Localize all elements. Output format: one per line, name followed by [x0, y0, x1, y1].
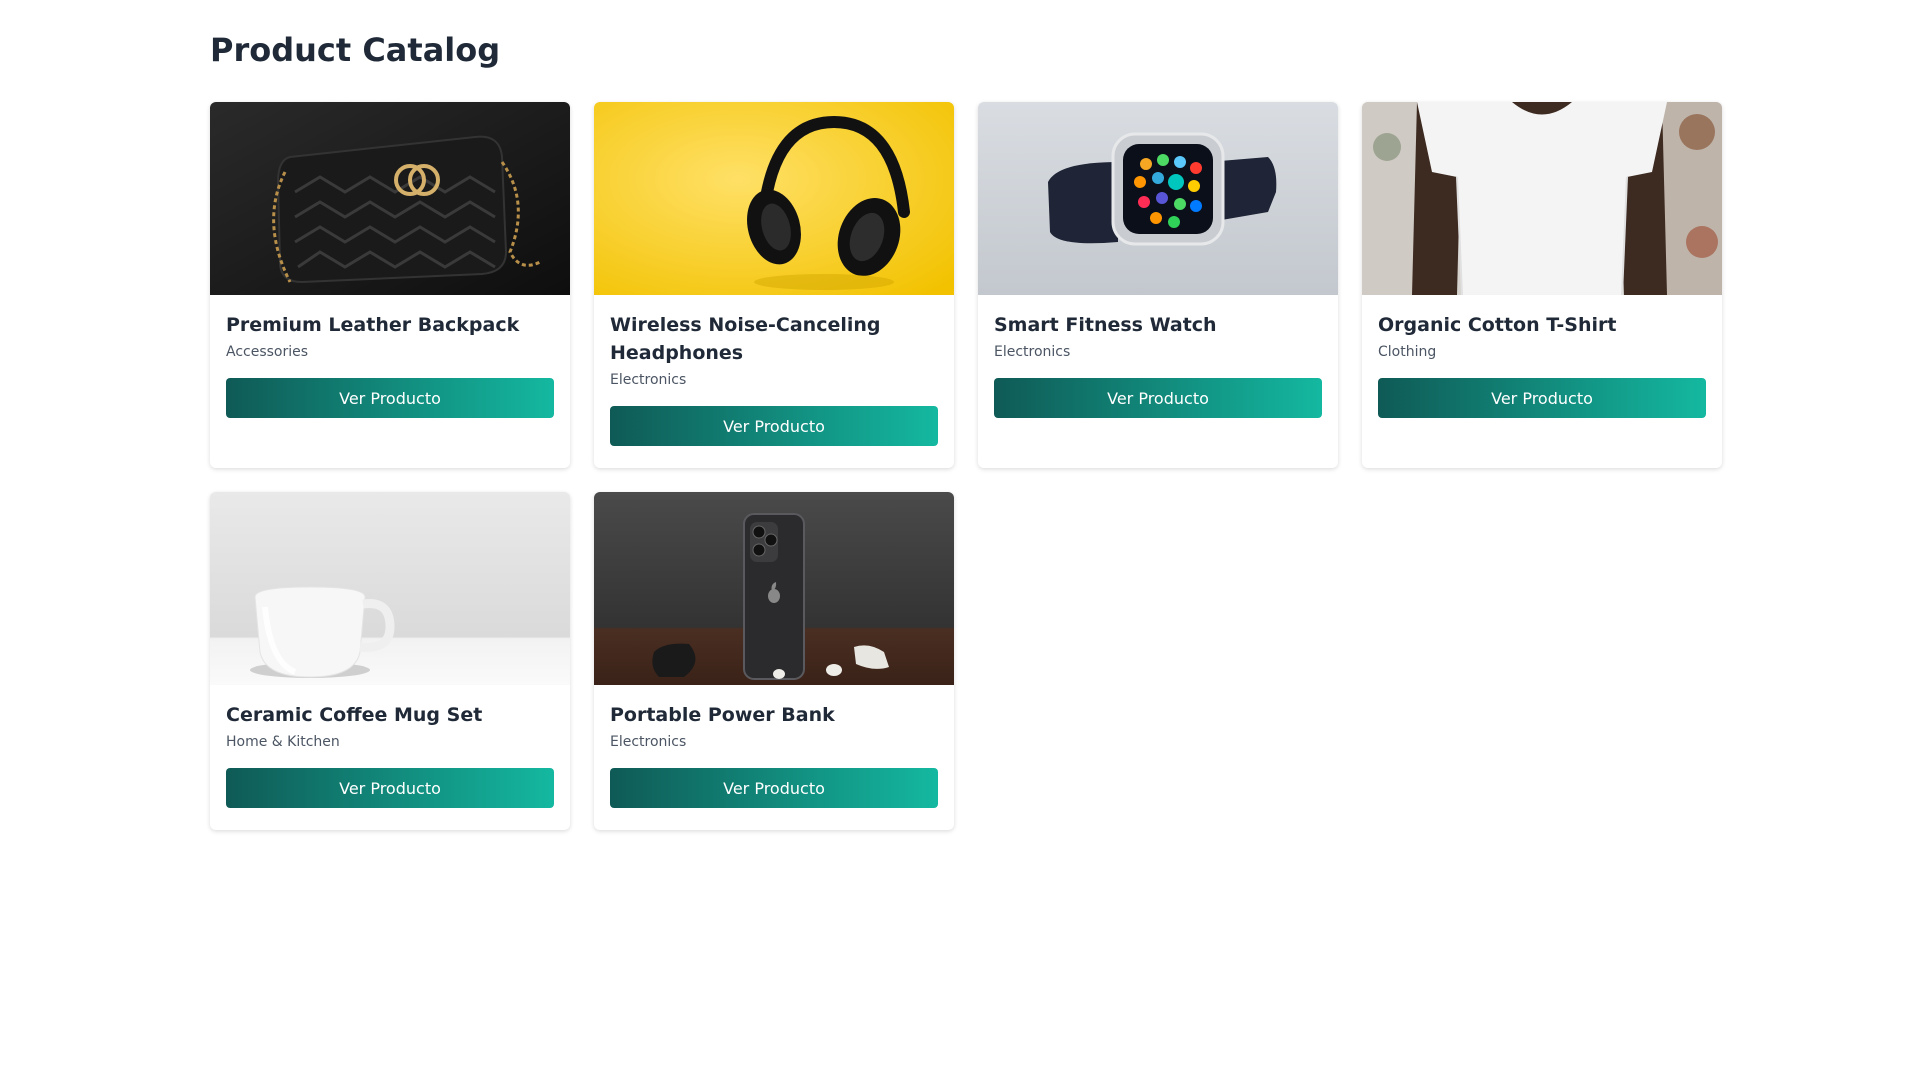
card-body: Smart Fitness Watch Electronics Ver Prod… [978, 295, 1338, 434]
view-product-button[interactable]: Ver Producto [1378, 378, 1706, 418]
product-image-tshirt[interactable] [1362, 102, 1722, 295]
product-name[interactable]: Ceramic Coffee Mug Set [226, 701, 554, 729]
page-title: Product Catalog [210, 31, 501, 69]
product-card: Portable Power Bank Electronics Ver Prod… [594, 492, 954, 830]
product-name[interactable]: Smart Fitness Watch [994, 311, 1322, 339]
product-category: Electronics [994, 344, 1071, 360]
card-body: Ceramic Coffee Mug Set Home & Kitchen Ve… [210, 685, 570, 824]
view-product-button[interactable]: Ver Producto [610, 406, 938, 446]
card-body: Premium Leather Backpack Accessories Ver… [210, 295, 570, 434]
product-image-watch[interactable] [978, 102, 1338, 295]
product-name[interactable]: Organic Cotton T-Shirt [1378, 311, 1706, 339]
product-category: Home & Kitchen [226, 734, 340, 750]
view-product-button[interactable]: Ver Producto [226, 768, 554, 808]
product-card: Premium Leather Backpack Accessories Ver… [210, 102, 570, 468]
product-category: Electronics [610, 372, 687, 388]
product-card: Wireless Noise-Canceling Headphones Elec… [594, 102, 954, 468]
product-image-bag[interactable] [210, 102, 570, 295]
view-product-button[interactable]: Ver Producto [994, 378, 1322, 418]
product-card: Ceramic Coffee Mug Set Home & Kitchen Ve… [210, 492, 570, 830]
page: Product Catalog Premium Leather Backpack… [0, 0, 1920, 1080]
catalog-container: Product Catalog Premium Leather Backpack… [210, 0, 1722, 830]
product-image-headphones[interactable] [594, 102, 954, 295]
product-name[interactable]: Portable Power Bank [610, 701, 938, 729]
view-product-button[interactable]: Ver Producto [610, 768, 938, 808]
card-body: Wireless Noise-Canceling Headphones Elec… [594, 295, 954, 462]
product-category: Accessories [226, 344, 309, 360]
view-product-button[interactable]: Ver Producto [226, 378, 554, 418]
product-name[interactable]: Wireless Noise-Canceling Headphones [610, 311, 938, 367]
card-body: Organic Cotton T-Shirt Clothing Ver Prod… [1362, 295, 1722, 434]
product-card: Smart Fitness Watch Electronics Ver Prod… [978, 102, 1338, 468]
card-body: Portable Power Bank Electronics Ver Prod… [594, 685, 954, 824]
product-category: Clothing [1378, 344, 1437, 360]
product-grid: Premium Leather Backpack Accessories Ver… [210, 102, 1722, 830]
product-card: Organic Cotton T-Shirt Clothing Ver Prod… [1362, 102, 1722, 468]
product-image-powerbank[interactable] [594, 492, 954, 685]
product-category: Electronics [610, 734, 687, 750]
product-image-mug[interactable] [210, 492, 570, 685]
product-name[interactable]: Premium Leather Backpack [226, 311, 554, 339]
